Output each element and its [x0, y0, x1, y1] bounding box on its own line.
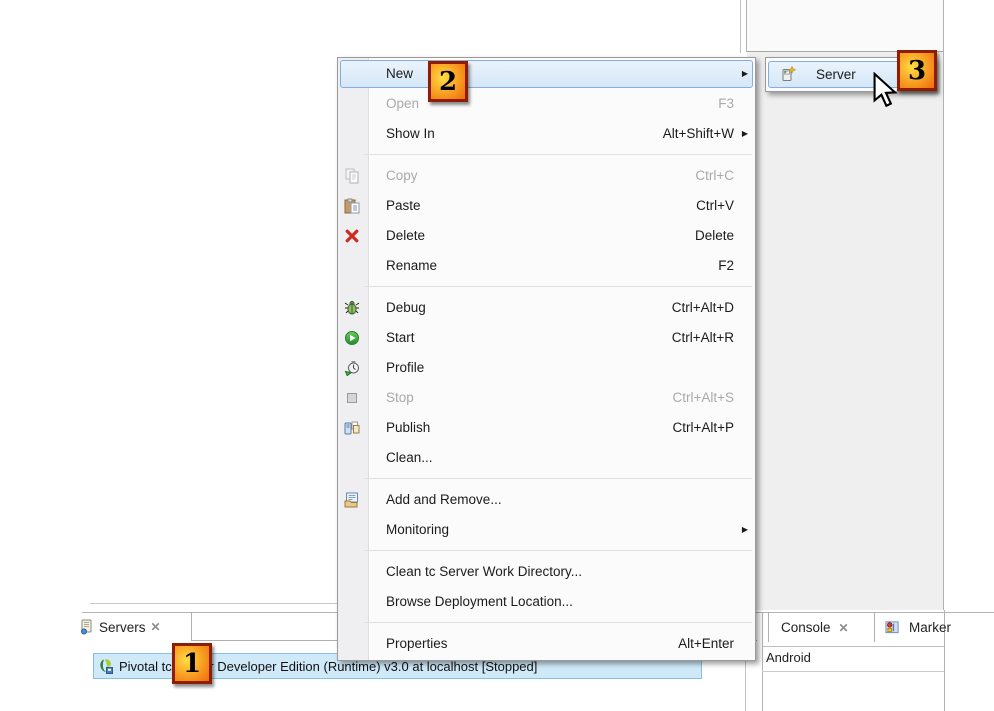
menu-item-shortcut: Alt+Shift+W	[663, 119, 734, 149]
menu-separator	[338, 149, 755, 161]
editor-area-background	[747, 52, 944, 610]
menu-item-label: Monitoring	[386, 515, 449, 545]
eclipse-workbench: Servers ✕ Pivotal tc Server Developer Ed…	[0, 0, 994, 711]
menu-separator	[338, 473, 755, 485]
top-right-panel	[746, 0, 944, 52]
menu-item-properties[interactable]: Properties Alt+Enter	[338, 629, 755, 659]
menu-item-add-and-remove[interactable]: Add and Remove...	[338, 485, 755, 515]
menu-item-publish[interactable]: Publish Ctrl+Alt+P	[338, 413, 755, 443]
menu-item-clean[interactable]: Clean...	[338, 443, 755, 473]
menu-item-start[interactable]: Start Ctrl+Alt+R	[338, 323, 755, 353]
delete-icon	[344, 228, 360, 244]
callout-badge-2: 2	[428, 61, 468, 102]
menu-item-label: Show In	[386, 119, 435, 149]
menu-item-shortcut: Delete	[695, 221, 734, 251]
profile-icon	[344, 360, 360, 376]
menu-item-stop[interactable]: Stop Ctrl+Alt+S	[338, 383, 755, 413]
tab-console-label: Console	[781, 620, 831, 635]
menu-item-label: Open	[386, 89, 419, 119]
console-name-underline	[762, 671, 944, 672]
console-header-bottom-border	[762, 646, 944, 647]
menu-item-browse-deployment-location[interactable]: Browse Deployment Location...	[338, 587, 755, 617]
menu-item-label: New	[386, 59, 413, 89]
menu-item-shortcut: Ctrl+V	[696, 191, 734, 221]
menu-item-open[interactable]: Open F3	[338, 89, 755, 119]
callout-badge-1: 1	[172, 643, 212, 684]
console-name: Android	[766, 650, 811, 665]
tab-servers-label: Servers	[99, 620, 146, 635]
menu-item-label: Properties	[386, 629, 448, 659]
menu-item-label: Paste	[386, 191, 421, 221]
tab-servers[interactable]: Servers ✕	[74, 613, 192, 641]
menu-item-label: Server	[816, 60, 856, 89]
menu-item-shortcut: Ctrl+Alt+P	[672, 413, 734, 443]
editor-bottom-border	[90, 603, 337, 604]
publish-icon	[344, 420, 360, 436]
menu-item-label: Add and Remove...	[386, 485, 502, 515]
menu-item-clean-tc-server-work-directory[interactable]: Clean tc Server Work Directory...	[338, 557, 755, 587]
editor-sash-line	[740, 0, 741, 53]
stop-icon	[344, 390, 360, 406]
menu-item-show-in[interactable]: Show In Alt+Shift+W ▶	[338, 119, 755, 149]
menu-item-monitoring[interactable]: Monitoring ▶	[338, 515, 755, 545]
submenu-arrow-icon: ▶	[742, 515, 748, 545]
menu-item-shortcut: F2	[718, 251, 734, 281]
menu-item-shortcut: Ctrl+Alt+R	[672, 323, 734, 353]
menu-item-shortcut: Alt+Enter	[678, 629, 734, 659]
menu-separator	[338, 545, 755, 557]
debug-icon	[344, 300, 360, 316]
close-icon[interactable]: ✕	[151, 620, 161, 634]
menu-item-label: Start	[386, 323, 415, 353]
menu-item-label: Browse Deployment Location...	[386, 587, 573, 617]
markers-icon	[885, 620, 900, 635]
submenu-arrow-icon: ▶	[742, 119, 748, 149]
mouse-cursor-icon	[872, 72, 898, 113]
menu-item-rename[interactable]: Rename F2	[338, 251, 755, 281]
close-icon[interactable]: ✕	[839, 621, 849, 635]
new-server-icon	[780, 66, 796, 82]
tab-console[interactable]: Console ✕	[768, 613, 875, 642]
menu-item-shortcut: Ctrl+C	[695, 161, 734, 191]
servers-view-icon	[78, 619, 94, 635]
menu-separator	[338, 281, 755, 293]
menu-item-label: Debug	[386, 293, 426, 323]
callout-badge-3: 3	[897, 50, 937, 91]
paste-icon	[344, 198, 360, 214]
menu-item-label: Clean tc Server Work Directory...	[386, 557, 582, 587]
start-icon	[344, 330, 360, 346]
menu-item-shortcut: Ctrl+Alt+S	[672, 383, 734, 413]
menu-item-new[interactable]: New ▶	[338, 59, 755, 89]
copy-icon	[344, 168, 360, 184]
menu-item-label: Publish	[386, 413, 430, 443]
tab-markers-label: Markers	[909, 620, 951, 635]
menu-item-label: Profile	[386, 353, 424, 383]
menu-item-label: Rename	[386, 251, 437, 281]
menu-item-profile[interactable]: Profile	[338, 353, 755, 383]
add-remove-icon	[344, 492, 360, 508]
submenu-arrow-icon: ▶	[742, 59, 748, 89]
menu-item-label: Clean...	[386, 443, 433, 473]
menu-item-delete[interactable]: Delete Delete	[338, 221, 755, 251]
menu-item-copy[interactable]: Copy Ctrl+C	[338, 161, 755, 191]
tc-server-icon	[97, 658, 113, 674]
menu-item-label: Copy	[386, 161, 418, 191]
menu-separator	[338, 617, 755, 629]
menu-item-shortcut: Ctrl+Alt+D	[672, 293, 734, 323]
menu-item-debug[interactable]: Debug Ctrl+Alt+D	[338, 293, 755, 323]
menu-item-shortcut: F3	[718, 89, 734, 119]
context-menu: New▶OpenF3Show InAlt+Shift+W▶CopyCtrl+CP…	[337, 57, 756, 661]
console-panel-left-border	[762, 613, 763, 711]
menu-item-label: Delete	[386, 221, 425, 251]
menu-item-label: Stop	[386, 383, 414, 413]
tab-markers[interactable]: Markers	[878, 613, 951, 642]
menu-item-paste[interactable]: Paste Ctrl+V	[338, 191, 755, 221]
